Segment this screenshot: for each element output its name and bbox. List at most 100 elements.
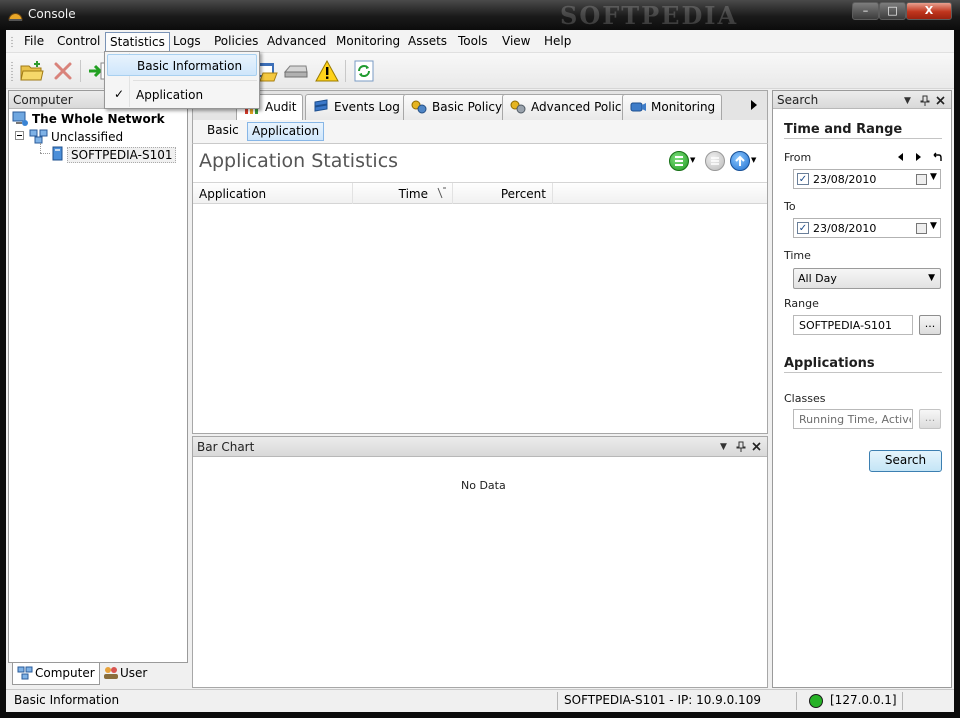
section-time-and-range: Time and Range xyxy=(784,122,903,137)
to-date-checkbox[interactable]: ✓ xyxy=(797,222,809,234)
no-data-text: No Data xyxy=(461,479,506,492)
previous-day-icon[interactable] xyxy=(898,153,904,161)
menu-policies[interactable]: Policies xyxy=(214,34,258,48)
column-application[interactable]: Application xyxy=(193,183,353,204)
audit-subtabs: Basic Application xyxy=(192,120,768,144)
subtab-basic[interactable]: Basic xyxy=(203,122,243,141)
tab-computer[interactable]: Computer xyxy=(12,663,100,685)
subtab-application[interactable]: Application xyxy=(247,122,325,141)
computer-panel: Computer The Whole Network Unclassified … xyxy=(8,90,188,686)
bar-chart-header: Bar Chart ▼ xyxy=(193,437,767,457)
export-up-icon[interactable] xyxy=(730,151,750,171)
column-percent[interactable]: Percent xyxy=(453,183,553,204)
tab-monitoring[interactable]: Monitoring xyxy=(622,94,723,121)
list-options-dropdown-icon[interactable]: ▼ xyxy=(690,156,695,164)
scroll-tabs-right-icon[interactable] xyxy=(750,100,758,110)
range-browse-button[interactable]: ... xyxy=(919,315,941,335)
undo-icon[interactable] xyxy=(932,152,942,161)
delete-icon[interactable] xyxy=(50,58,76,84)
group-icon xyxy=(29,129,48,144)
time-select[interactable]: All Day ▼ xyxy=(793,268,941,289)
tab-basic-policy[interactable]: Basic Policy xyxy=(403,94,510,121)
tab-user[interactable]: User xyxy=(100,663,151,685)
warning-icon[interactable] xyxy=(314,58,340,84)
menubar-grip-icon xyxy=(11,36,13,48)
connection-status-icon xyxy=(809,694,823,708)
from-date-value: 23/08/2010 xyxy=(813,173,877,186)
menu-item-basic-information[interactable]: Basic Information xyxy=(107,54,257,76)
open-folder-icon[interactable] xyxy=(19,58,45,84)
basic-policy-icon xyxy=(411,100,427,114)
bar-chart-panel: Bar Chart ▼ No Data xyxy=(192,436,768,688)
chevron-down-icon[interactable]: ▼ xyxy=(930,221,937,231)
computer-tab-icon xyxy=(17,666,33,680)
statistics-grid-header: Application Time Percent xyxy=(193,182,767,204)
status-message: Basic Information xyxy=(14,693,120,707)
menu-logs[interactable]: Logs xyxy=(173,34,201,48)
toolbar-grip-icon xyxy=(11,61,13,81)
panel-menu-icon[interactable]: ▼ xyxy=(904,96,911,106)
time-label: Time xyxy=(784,249,811,262)
export-dropdown-icon[interactable]: ▼ xyxy=(751,156,756,164)
list-disabled-icon xyxy=(705,151,725,171)
close-icon[interactable] xyxy=(752,442,761,451)
range-label: Range xyxy=(784,297,819,310)
status-server: [127.0.0.1] xyxy=(830,693,897,707)
from-label: From xyxy=(784,151,812,164)
search-button[interactable]: Search xyxy=(869,450,942,472)
minimize-button[interactable]: – xyxy=(852,2,879,20)
menu-file[interactable]: File xyxy=(24,34,44,48)
collapse-icon[interactable] xyxy=(15,131,24,140)
range-input[interactable]: SOFTPEDIA-S101 xyxy=(793,315,913,335)
calendar-icon[interactable] xyxy=(916,223,927,234)
menu-advanced[interactable]: Advanced xyxy=(267,34,326,48)
tab-events-log[interactable]: Events Log xyxy=(305,94,407,121)
sort-descending-icon xyxy=(437,187,446,199)
tree-item-unclassified[interactable]: Unclassified xyxy=(51,130,123,144)
status-computer-info: SOFTPEDIA-S101 - IP: 10.9.0.109 xyxy=(564,693,761,707)
menu-help[interactable]: Help xyxy=(544,34,571,48)
statistics-dropdown-menu: Basic Information ✓ Application xyxy=(104,51,260,109)
refresh-icon[interactable] xyxy=(351,58,377,84)
to-date-value: 23/08/2010 xyxy=(813,222,877,235)
panel-menu-icon[interactable]: ▼ xyxy=(720,442,727,452)
window-titlebar: Console SOFTPEDIA – □ X xyxy=(0,0,960,30)
search-panel-header: Search ▼ xyxy=(773,91,951,109)
close-button[interactable]: X xyxy=(906,2,952,20)
network-icon xyxy=(12,111,28,126)
menu-monitoring[interactable]: Monitoring xyxy=(336,34,400,48)
tree-item-softpedia-s101[interactable]: SOFTPEDIA-S101 xyxy=(67,147,177,163)
camera-icon xyxy=(630,102,646,112)
menu-view[interactable]: View xyxy=(502,34,530,48)
from-date-picker[interactable]: ✓ 23/08/2010 ▼ xyxy=(793,169,941,189)
close-icon[interactable] xyxy=(936,96,945,105)
classes-browse-button: ... xyxy=(919,409,941,429)
window-client: File Control Statistics Logs Policies Ad… xyxy=(6,30,954,712)
page-title: Application Statistics xyxy=(199,150,399,172)
tab-advanced-policy[interactable]: Advanced Policy xyxy=(502,94,636,121)
pin-icon[interactable] xyxy=(736,441,746,452)
menu-item-application[interactable]: ✓ Application xyxy=(107,84,257,106)
disk-drive-icon[interactable] xyxy=(283,58,309,84)
maximize-button[interactable]: □ xyxy=(879,2,906,20)
chevron-down-icon[interactable]: ▼ xyxy=(930,172,937,182)
column-time[interactable]: Time xyxy=(353,183,453,204)
menu-control[interactable]: Control xyxy=(57,34,100,48)
left-panel-tabs: Computer User xyxy=(8,662,188,686)
calendar-icon[interactable] xyxy=(916,174,927,185)
to-date-picker[interactable]: ✓ 23/08/2010 ▼ xyxy=(793,218,941,238)
application-statistics-view: Application Statistics ▼ ▼ Application T… xyxy=(192,144,768,434)
tree-item-whole-network[interactable]: The Whole Network xyxy=(32,112,165,126)
events-log-icon xyxy=(314,99,328,112)
section-applications: Applications xyxy=(784,356,875,371)
advanced-policy-icon xyxy=(510,100,526,114)
classes-label: Classes xyxy=(784,392,826,405)
pin-icon[interactable] xyxy=(920,95,930,106)
next-day-icon[interactable] xyxy=(916,153,922,161)
menu-statistics[interactable]: Statistics xyxy=(105,32,170,52)
menu-assets[interactable]: Assets xyxy=(408,34,447,48)
from-date-checkbox[interactable]: ✓ xyxy=(797,173,809,185)
list-options-icon[interactable] xyxy=(669,151,689,171)
module-tabstrip: Audit Events Log Basic Policy Advanced P… xyxy=(192,90,768,122)
menu-tools[interactable]: Tools xyxy=(458,34,488,48)
